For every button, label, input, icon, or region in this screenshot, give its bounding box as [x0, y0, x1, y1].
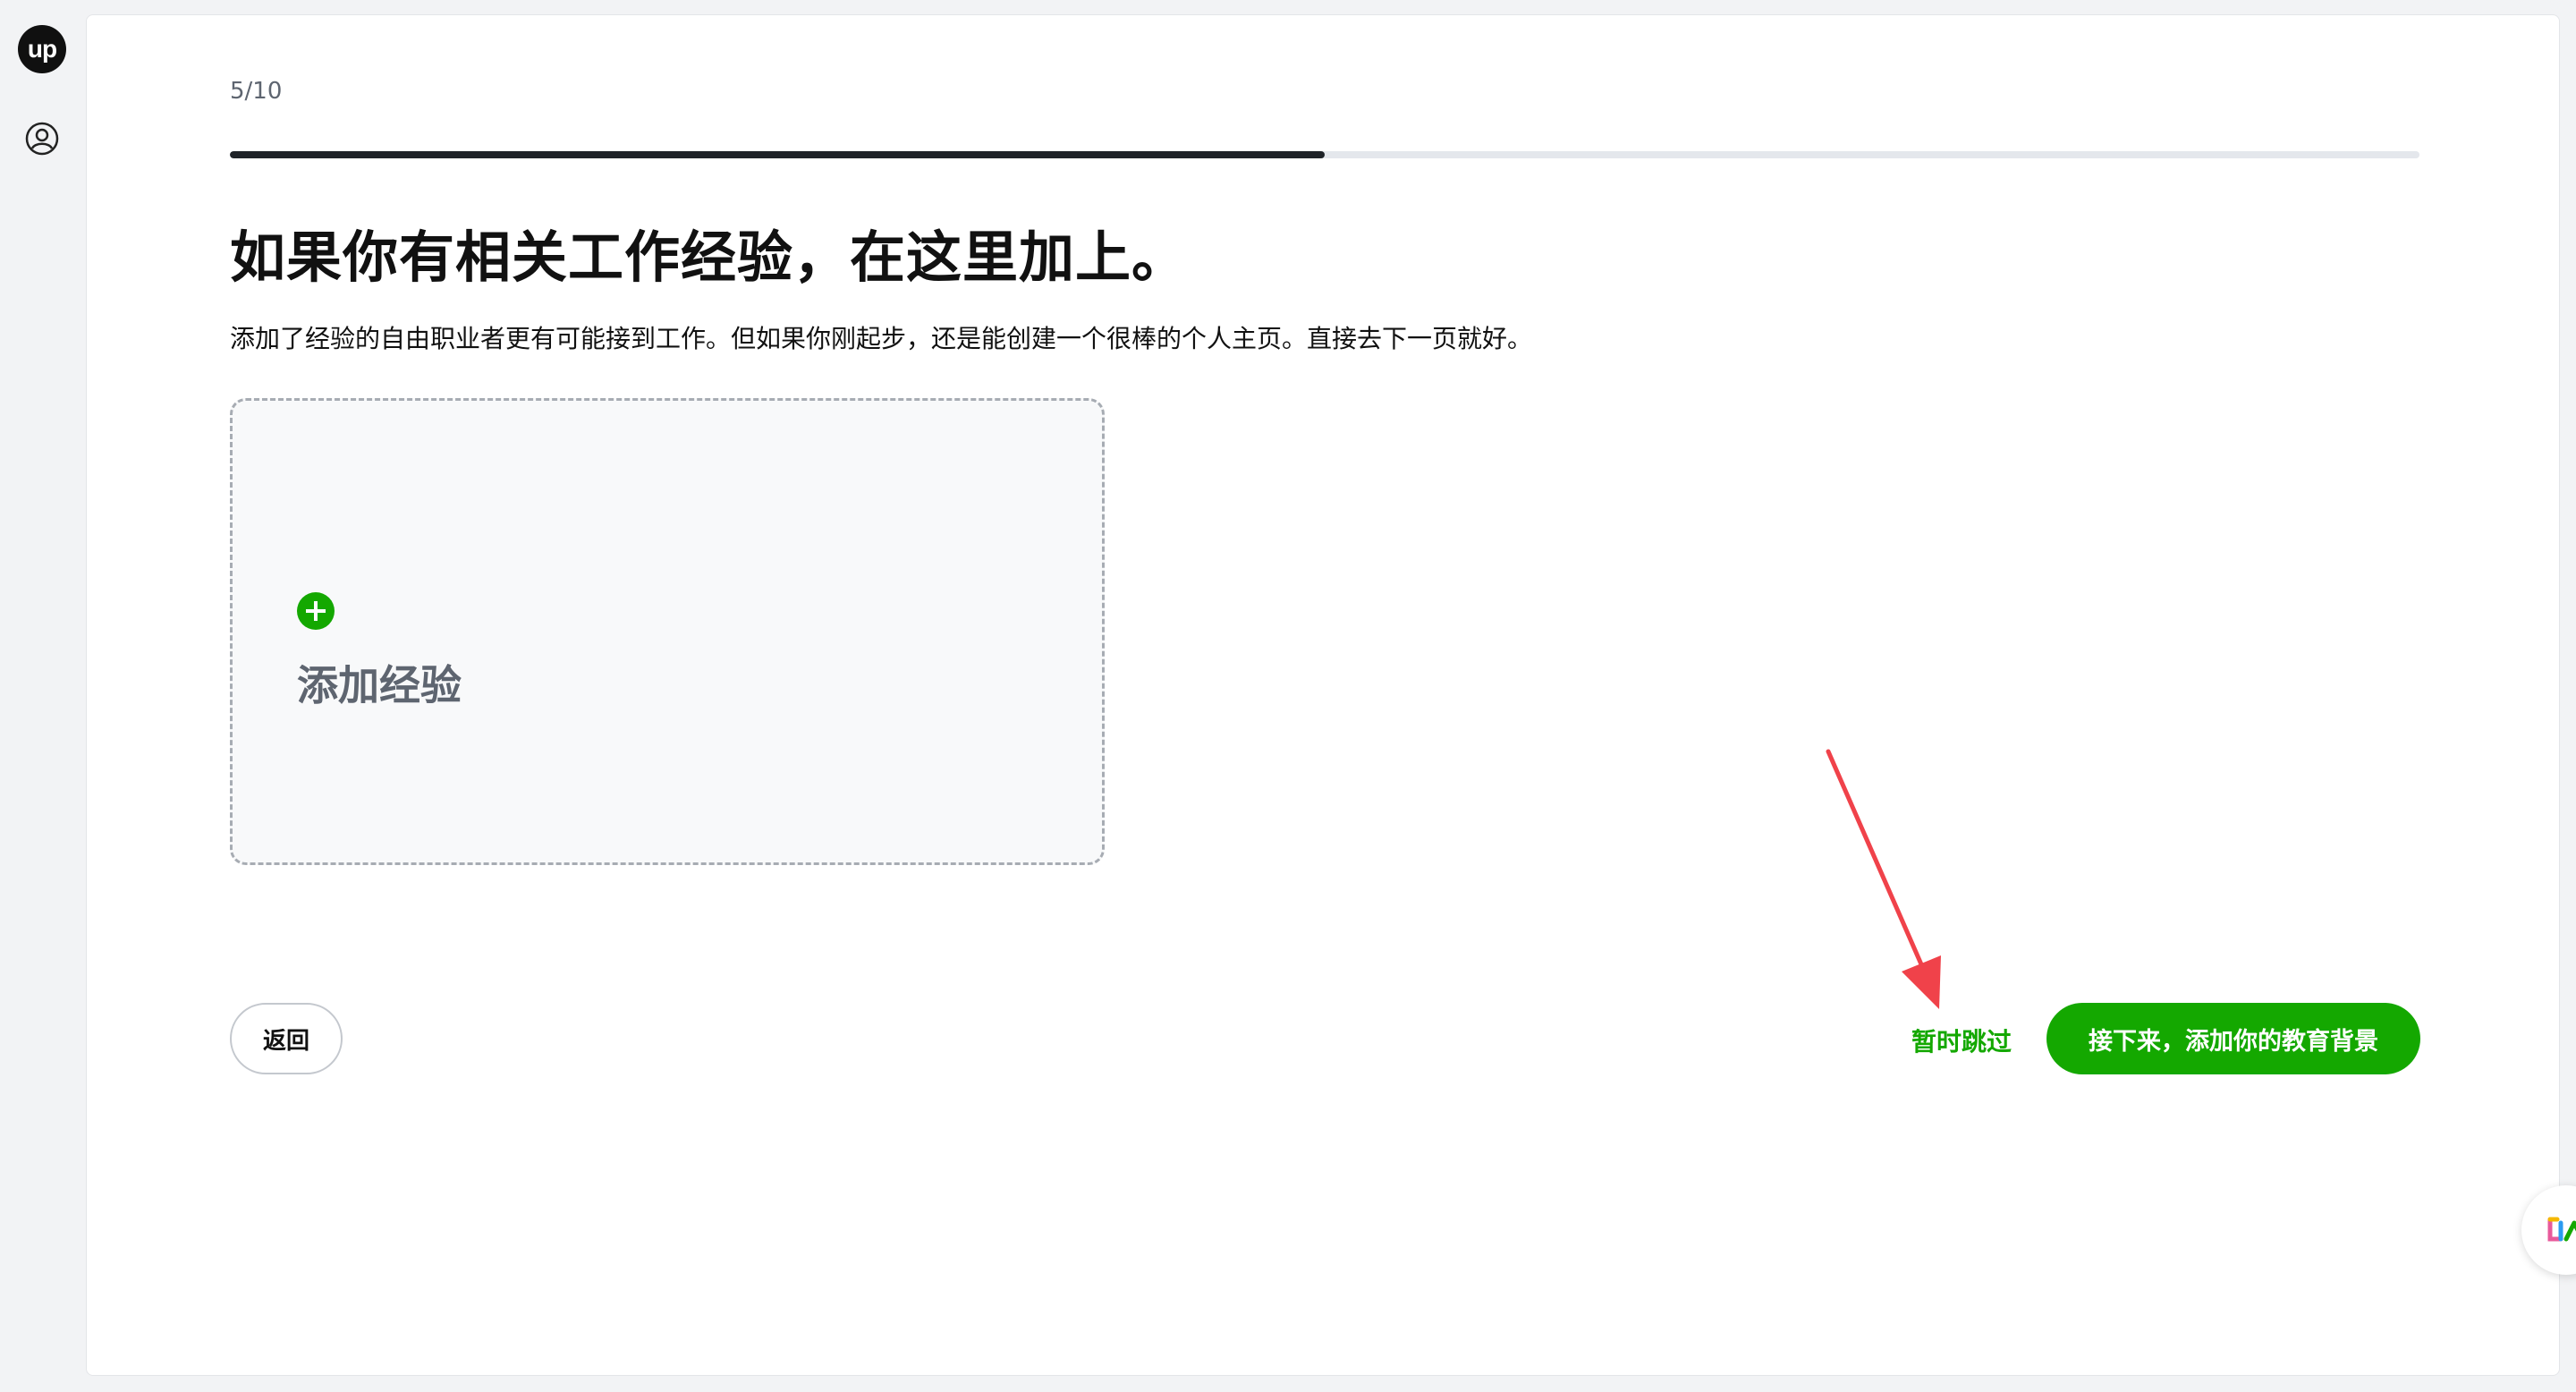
back-button[interactable]: 返回: [230, 1003, 343, 1074]
add-experience-card[interactable]: 添加经验: [230, 398, 1105, 865]
main-panel: 5/10 如果你有相关工作经验，在这里加上。 添加了经验的自由职业者更有可能接到…: [86, 14, 2576, 1376]
page-title: 如果你有相关工作经验，在这里加上。: [230, 225, 1189, 290]
help-assistant-icon[interactable]: [2521, 1185, 2576, 1275]
progress-bar-fill: [230, 151, 1325, 158]
add-experience-label: 添加经验: [297, 661, 462, 709]
skip-for-now-link[interactable]: 暂时跳过: [1911, 1023, 2012, 1058]
progress-bar: [230, 151, 2419, 158]
sidebar: up: [0, 0, 86, 1392]
user-circle-icon[interactable]: [23, 120, 61, 157]
upwork-logo-icon[interactable]: up: [18, 25, 66, 73]
next-education-button[interactable]: 接下来，添加你的教育背景: [2046, 1003, 2420, 1074]
plus-circle-icon: [297, 592, 335, 630]
step-counter: 5/10: [230, 78, 283, 105]
page-subtitle: 添加了经验的自由职业者更有可能接到工作。但如果你刚起步，还是能创建一个很棒的个人…: [230, 324, 1533, 353]
